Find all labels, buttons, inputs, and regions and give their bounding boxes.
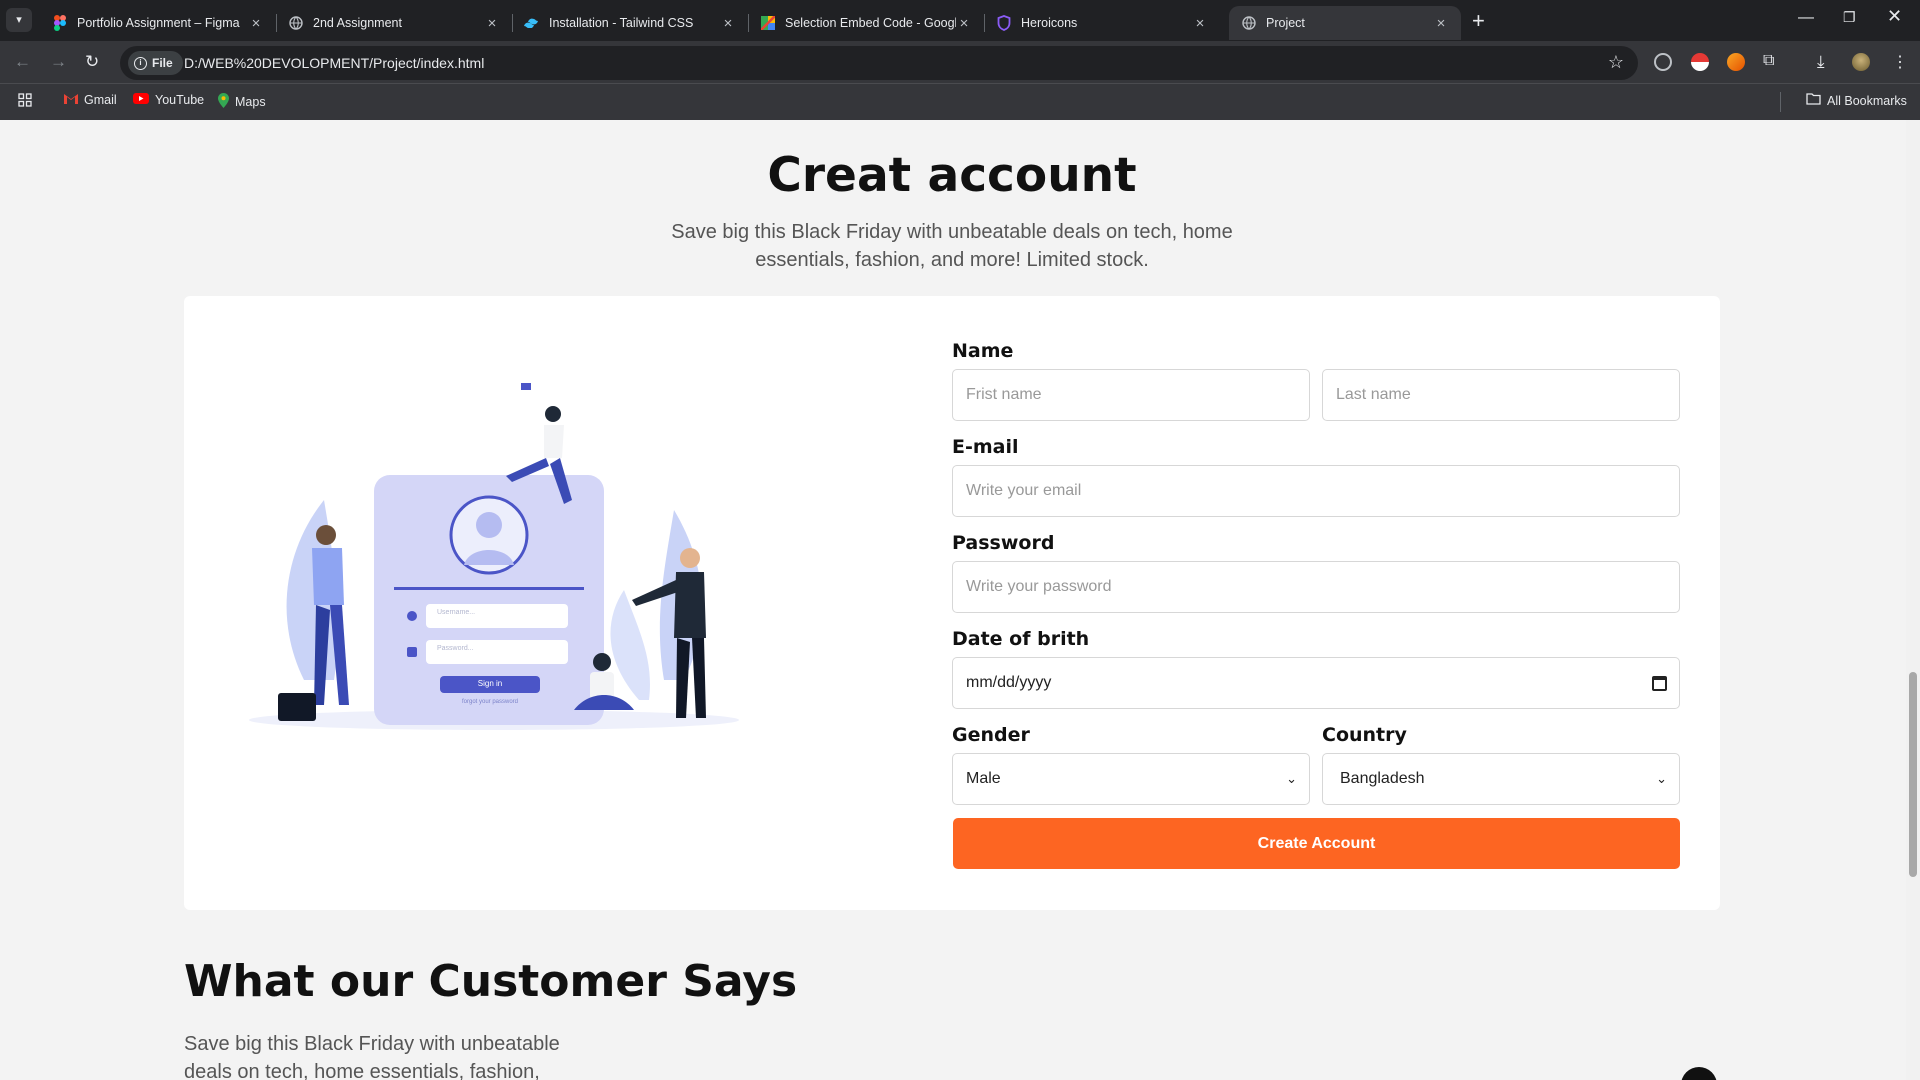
tab-title: Heroicons	[1021, 16, 1078, 30]
bookmarks-divider	[1780, 92, 1781, 112]
gmail-icon	[64, 93, 78, 107]
name-label: Name	[952, 340, 1014, 362]
puzzle-extensions-icon[interactable]: ⧉	[1763, 52, 1774, 70]
illustration-forgot-text: forgot your password	[461, 699, 519, 705]
dob-date-field[interactable]: mm/dd/yyyy	[952, 657, 1680, 709]
tab-tailwind-installation[interactable]: Installation - Tailwind CSS ×	[512, 6, 748, 40]
country-selected-value: Bangladesh	[1340, 770, 1425, 787]
tab-title: Selection Embed Code - Google	[785, 16, 956, 30]
tab-selection-embed-code[interactable]: Selection Embed Code - Google ×	[748, 6, 984, 40]
gender-label: Gender	[952, 724, 1030, 746]
first-name-field[interactable]: Frist name	[952, 369, 1310, 421]
info-icon: i	[134, 56, 147, 70]
tab-search-button[interactable]: ▾	[6, 8, 32, 32]
tab-portfolio-figma[interactable]: Portfolio Assignment – Figma ×	[40, 6, 276, 40]
calendar-icon[interactable]	[1652, 676, 1667, 691]
email-field[interactable]: Write your email	[952, 465, 1680, 517]
site-info-chip[interactable]: i File	[128, 51, 183, 75]
tab-project[interactable]: Project ×	[1229, 6, 1461, 40]
extension-icon[interactable]	[1727, 53, 1745, 71]
minimize-icon[interactable]: —	[1798, 9, 1814, 27]
youtube-icon	[133, 93, 149, 107]
back-arrow-icon[interactable]: ←	[14, 52, 31, 72]
globe-icon	[288, 15, 304, 31]
chevron-down-icon: ⌄	[1656, 771, 1667, 786]
folder-icon	[1806, 93, 1821, 108]
all-bookmarks-label: All Bookmarks	[1827, 93, 1907, 108]
bookmark-label: Gmail	[84, 93, 117, 107]
bookmark-star-icon[interactable]: ☆	[1608, 52, 1624, 73]
bookmark-gmail[interactable]: Gmail	[64, 93, 117, 107]
tab-title: Project	[1266, 16, 1305, 30]
tab-title: 2nd Assignment	[313, 16, 402, 30]
tab-title: Installation - Tailwind CSS	[549, 16, 694, 30]
carousel-next-button[interactable]	[1681, 1067, 1717, 1080]
apps-grid-icon[interactable]	[18, 93, 32, 107]
page-scrollbar[interactable]	[1906, 120, 1920, 1080]
profile-avatar[interactable]	[1852, 53, 1870, 71]
testimonials-title: What our Customer Says	[184, 956, 798, 1007]
new-tab-button[interactable]: +	[1472, 8, 1485, 34]
bookmark-label: Maps	[235, 95, 266, 109]
restore-icon[interactable]: ❐	[1843, 9, 1856, 26]
vpn-globe-icon[interactable]	[1654, 53, 1672, 71]
bookmark-youtube[interactable]: YouTube	[133, 93, 204, 107]
close-icon[interactable]: ×	[1433, 15, 1449, 32]
google-maps-icon	[760, 15, 776, 31]
password-field[interactable]: Write your password	[952, 561, 1680, 613]
illustration-signin-label: Sign in	[477, 679, 503, 688]
close-icon[interactable]: ×	[484, 15, 500, 32]
scrollbar-thumb[interactable]	[1909, 672, 1917, 877]
illustration-password-placeholder: Password...	[437, 645, 474, 652]
more-menu-icon[interactable]: ⋮	[1892, 52, 1908, 72]
signup-illustration: Username... Password... Sign in forgot y…	[244, 380, 744, 740]
figma-icon	[52, 15, 68, 31]
address-bar[interactable]: i File D:/WEB%20DEVOLOPMENT/Project/inde…	[120, 46, 1638, 80]
heroicons-shield-icon	[996, 15, 1012, 31]
close-window-icon[interactable]: ✕	[1887, 6, 1902, 27]
maps-pin-icon	[218, 93, 229, 111]
close-icon[interactable]: ×	[1192, 15, 1208, 32]
tab-title: Portfolio Assignment – Figma	[77, 16, 240, 30]
country-label: Country	[1322, 724, 1407, 746]
forward-arrow-icon[interactable]: →	[50, 52, 67, 72]
close-icon[interactable]: ×	[720, 15, 736, 32]
dob-date-placeholder: mm/dd/yyyy	[966, 674, 1052, 691]
bookmark-maps[interactable]: Maps	[218, 93, 266, 111]
illustration-username-placeholder: Username...	[437, 609, 476, 616]
all-bookmarks-button[interactable]: All Bookmarks	[1806, 93, 1907, 108]
email-label: E-mail	[952, 436, 1019, 458]
download-icon[interactable]: ⤓	[1817, 52, 1825, 72]
create-account-button[interactable]: Create Account	[953, 818, 1680, 869]
country-select[interactable]: Bangladesh ⌄	[1322, 753, 1680, 805]
page-title: Creat account	[767, 148, 1137, 203]
scheme-label: File	[152, 56, 173, 70]
gender-select[interactable]: Male ⌄	[952, 753, 1310, 805]
dob-label: Date of brith	[952, 628, 1090, 650]
browser-tab-strip: ▾ Portfolio Assignment – Figma × 2nd Ass…	[0, 0, 1920, 41]
password-label: Password	[952, 532, 1055, 554]
page-canvas: Creat account Save big this Black Friday…	[0, 120, 1920, 1080]
last-name-field[interactable]: Last name	[1322, 369, 1680, 421]
tab-heroicons[interactable]: Heroicons ×	[984, 6, 1220, 40]
browser-toolbar: ← → ↻ i File D:/WEB%20DEVOLOPMENT/Projec…	[0, 41, 1920, 83]
chevron-down-icon: ⌄	[1286, 771, 1297, 786]
close-icon[interactable]: ×	[956, 15, 972, 32]
close-icon[interactable]: ×	[248, 15, 264, 32]
page-viewport: Creat account Save big this Black Friday…	[0, 120, 1920, 1080]
globe-icon	[1241, 15, 1257, 31]
gender-selected-value: Male	[966, 770, 1001, 787]
tab-2nd-assignment[interactable]: 2nd Assignment ×	[276, 6, 512, 40]
url-text: D:/WEB%20DEVOLOPMENT/Project/index.html	[184, 55, 485, 71]
page-subtitle: Save big this Black Friday with unbeatab…	[671, 221, 1233, 271]
testimonials-subtitle: Save big this Black Friday with unbeatab…	[184, 1033, 560, 1080]
tailwind-icon	[524, 15, 540, 31]
bookmarks-bar: Gmail YouTube Maps All Bookmarks	[0, 83, 1920, 120]
pokeball-extension-icon[interactable]	[1691, 53, 1709, 71]
reload-icon[interactable]: ↻	[85, 52, 99, 72]
bookmark-label: YouTube	[155, 93, 205, 107]
